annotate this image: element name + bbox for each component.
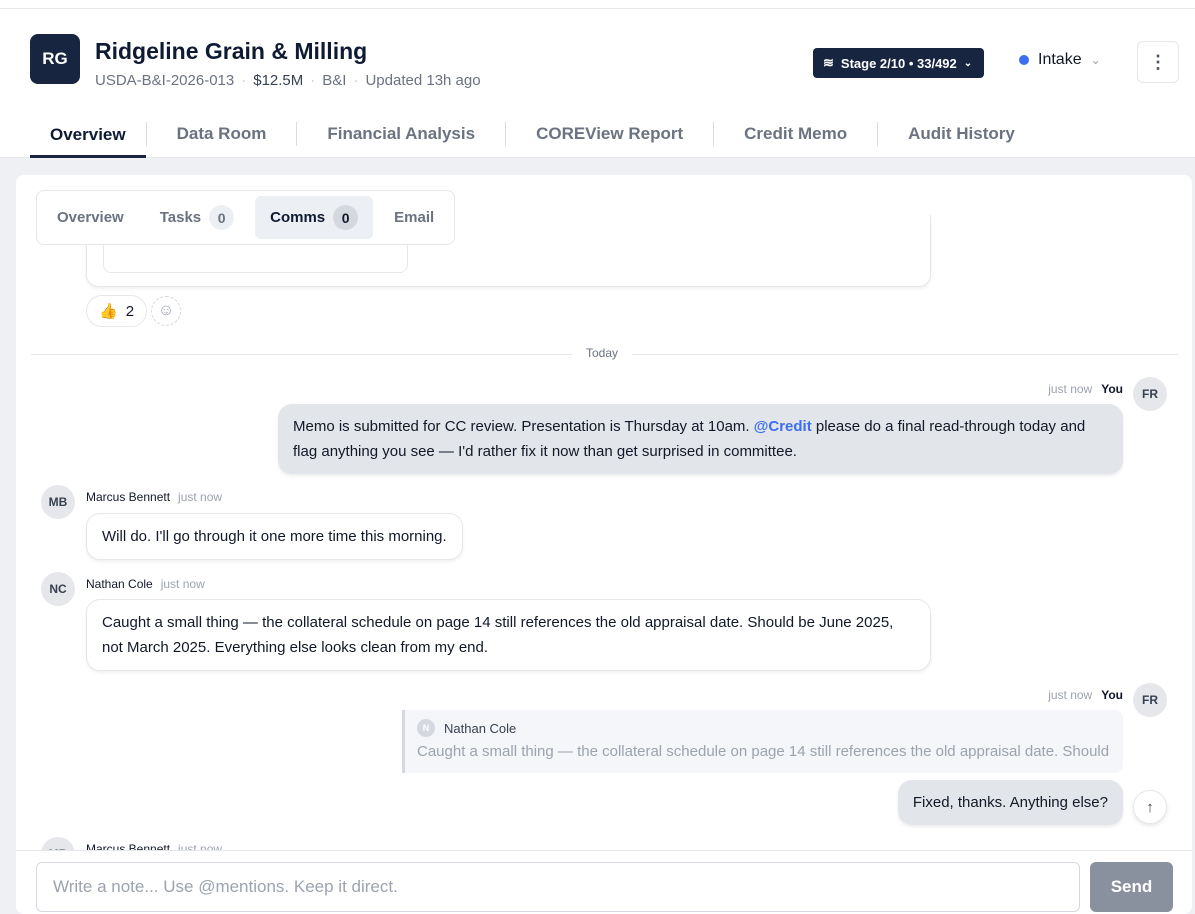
count-badge: 0 [333,205,358,230]
subtab-label: Comms [270,209,325,226]
chevron-down-icon: ⌄ [964,58,972,69]
message-bubble: Caught a small thing — the collateral sc… [86,599,931,671]
note-input[interactable] [36,862,1080,912]
deal-id: USDA-B&I-2026-013 [95,72,234,89]
thumbs-up-icon: 👍 [99,302,118,320]
message-bubble: Memo is submitted for CC review. Present… [278,404,1123,474]
reaction-count: 2 [126,303,134,320]
avatar: NC [41,572,75,606]
sub-tabs: Overview Tasks 0 Comms 0 Email [36,190,455,245]
message-time: just now [1048,688,1092,702]
quote-text: Caught a small thing — the collateral sc… [417,743,1111,760]
avatar: FR [1133,683,1167,717]
subtab-email[interactable]: Email [379,196,449,239]
reaction-thumbs-up[interactable]: 👍2 [86,295,147,327]
message-header: Nathan Cole just now [86,577,205,591]
status-label: Intake [1038,51,1082,69]
composer: Send [16,850,1192,914]
message-author: You [1101,688,1123,702]
message-header: just now You [1048,688,1123,702]
message-time: just now [178,490,222,504]
main-tabs: Overview Data Room Financial Analysis CO… [30,114,1045,158]
date-divider-label: Today [572,346,632,360]
comms-panel: Overview Tasks0 Comms0 Email 👍2 ☺ Today … [16,175,1192,914]
scroll-to-top-button[interactable]: ↑ [1133,790,1167,824]
avatar: FR [1133,377,1167,411]
more-options-button[interactable]: ⋮ [1137,41,1179,83]
quote-avatar: N [417,719,435,737]
send-button[interactable]: Send [1090,862,1173,912]
page-title: Ridgeline Grain & Milling [95,38,367,65]
message-header: just now You [1048,382,1123,396]
status-dropdown[interactable]: Intake ⌄ [1019,51,1101,69]
tab-overview[interactable]: Overview [30,114,146,158]
subtab-label: Overview [57,209,124,226]
message-bubble: Fixed, thanks. Anything else? [898,780,1123,825]
count-badge: 0 [209,205,234,230]
message-author: Marcus Bennett [86,490,170,504]
tab-credit-memo[interactable]: Credit Memo [713,122,877,146]
deal-program: B&I [322,72,346,89]
arrow-up-icon: ↑ [1146,799,1154,816]
chevron-down-icon: ⌄ [1091,53,1101,67]
message-header: Marcus Bennett just now [86,490,222,504]
deal-header: RG Ridgeline Grain & Milling USDA-B&I-20… [0,9,1195,158]
subtab-tasks[interactable]: Tasks 0 [145,196,249,239]
stage-dropdown[interactable]: ≋ Stage 2/10 • 33/492 ⌄ [813,48,984,78]
add-reaction-button[interactable]: ☺ [151,296,181,326]
kebab-icon: ⋮ [1149,52,1167,73]
deal-amount: $12.5M [253,72,303,89]
tab-coreview-report[interactable]: COREView Report [505,122,713,146]
message-time: just now [1048,382,1092,396]
deal-avatar: RG [30,34,80,84]
subtab-overview[interactable]: Overview [42,196,139,239]
avatar: MB [41,485,75,519]
mention-link[interactable]: @Credit [754,418,812,435]
message-text: Memo is submitted for CC review. Present… [293,418,754,435]
layers-icon: ≋ [823,55,834,71]
top-bar [0,0,1195,9]
tab-audit-history[interactable]: Audit History [877,122,1045,146]
tab-data-room[interactable]: Data Room [146,122,297,146]
message-bubble: Will do. I'll go through it one more tim… [86,513,463,560]
smiley-icon: ☺ [158,302,174,320]
status-dot-icon [1019,55,1029,65]
subtab-label: Email [394,209,434,226]
message-time: just now [161,577,205,591]
deal-meta: USDA-B&I-2026-013·$12.5M·B&I·Updated 13h… [95,72,481,89]
quoted-reply[interactable]: N Nathan Cole Caught a small thing — the … [402,710,1123,773]
message-author: Nathan Cole [86,577,153,591]
stage-label: Stage 2/10 • 33/492 [841,56,957,71]
message-author: You [1101,382,1123,396]
quote-author: Nathan Cole [444,721,516,736]
tab-financial-analysis[interactable]: Financial Analysis [296,122,505,146]
subtab-comms[interactable]: Comms 0 [255,196,373,239]
deal-updated: Updated 13h ago [365,72,480,89]
subtab-label: Tasks [160,209,201,226]
